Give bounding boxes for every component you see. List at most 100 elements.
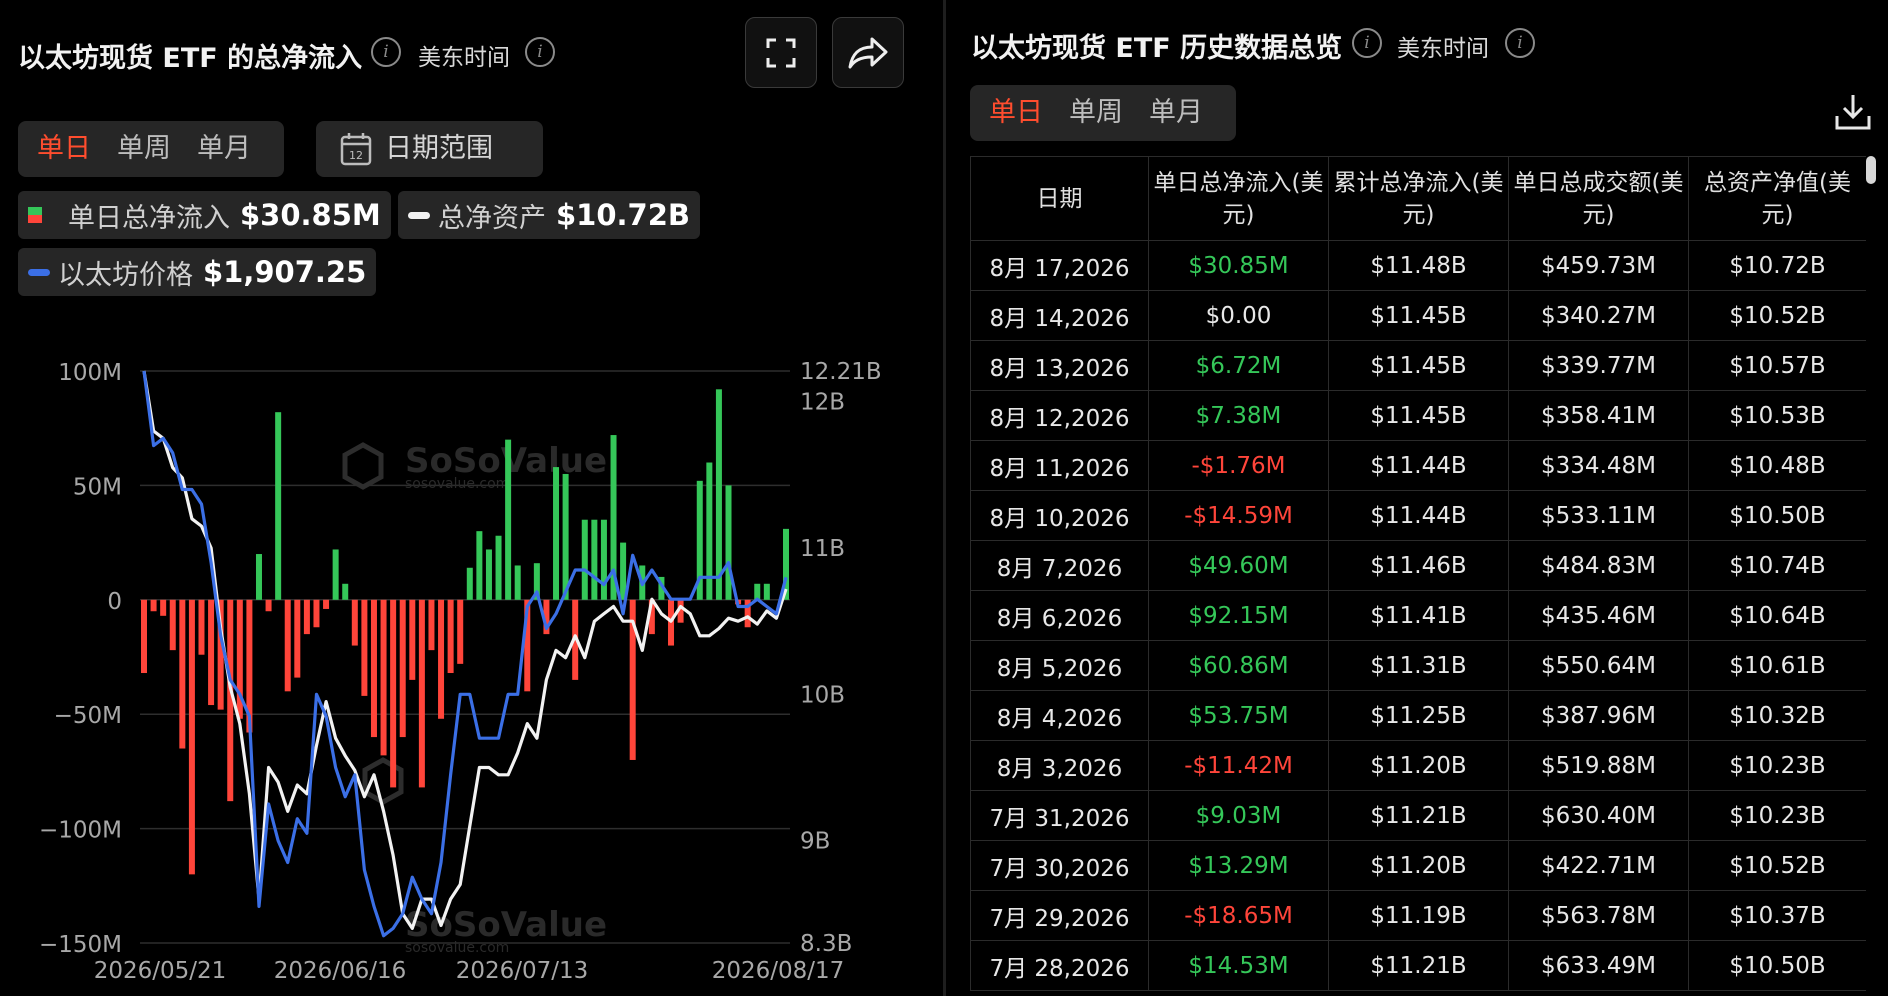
row-cum-flow: $11.44B (1328, 490, 1509, 541)
legend-net-flow-value: $30.85M (240, 198, 381, 232)
row-date: 8月 11,2026 (970, 440, 1149, 491)
row-nav: $10.37B (1688, 890, 1866, 941)
row-volume: $563.78M (1508, 890, 1689, 941)
download-button[interactable] (1834, 92, 1872, 136)
flow-chart[interactable]: SoSoValue sosovalue.com SoSoValue sosova… (0, 340, 940, 996)
legend-eth-price-value: $1,907.25 (203, 255, 367, 289)
flow-bar (600, 519, 607, 600)
table-row[interactable]: 7月 28,2026 $14.53M $11.21B $633.49M $10.50B (970, 940, 1866, 991)
flow-bar (361, 599, 368, 696)
table-info-icon[interactable]: i (1352, 28, 1382, 58)
table-row[interactable]: 8月 12,2026 $7.38M $11.45B $358.41M $10.53B (970, 390, 1866, 441)
flow-bar (553, 467, 560, 600)
row-daily-flow: $53.75M (1148, 690, 1329, 741)
date-range-label: 日期范围 (385, 133, 493, 164)
row-daily-flow: $60.86M (1148, 640, 1329, 691)
table-row[interactable]: 8月 6,2026 $92.15M $11.41B $435.46M $10.64B (970, 590, 1866, 641)
row-cum-flow: $11.25B (1328, 690, 1509, 741)
row-nav: $10.74B (1688, 540, 1866, 591)
watermark-url-2: sosovalue.com (405, 940, 509, 956)
row-cum-flow: $11.31B (1328, 640, 1509, 691)
col-header-volume[interactable]: 单日总成交额(美元) (1508, 156, 1689, 241)
right-tab-monthly[interactable]: 单月 (1136, 86, 1216, 140)
table-row[interactable]: 8月 4,2026 $53.75M $11.25B $387.96M $10.32B (970, 690, 1866, 741)
row-volume: $519.88M (1508, 740, 1689, 791)
col-header-daily-flow[interactable]: 单日总净流入(美元) (1148, 156, 1329, 241)
col-header-nav[interactable]: 总资产净值(美元) (1688, 156, 1866, 241)
x-tick-label: 2026/05/21 (94, 958, 227, 984)
svg-text:12: 12 (349, 149, 363, 162)
table-row[interactable]: 8月 14,2026 $0.00 $11.45B $340.27M $10.52B (970, 290, 1866, 341)
history-table: 日期 单日总净流入(美元) 累计总净流入(美元) 单日总成交额(美元) 总资产净… (970, 156, 1866, 991)
row-daily-flow: $49.60M (1148, 540, 1329, 591)
table-row[interactable]: 8月 17,2026 $30.85M $11.48B $459.73M $10.72B (970, 240, 1866, 291)
time-info-icon[interactable]: i (525, 37, 555, 67)
table-time-info-icon[interactable]: i (1505, 28, 1535, 58)
y-right-tick-label: 9B (800, 829, 830, 855)
left-tab-daily[interactable]: 单日 (24, 122, 104, 176)
flow-bar (763, 583, 770, 600)
row-cum-flow: $11.41B (1328, 590, 1509, 641)
table-title: 以太坊现货 ETF 历史数据总览 (971, 33, 1343, 64)
chart-title: 以太坊现货 ETF 的总净流入 (18, 43, 363, 74)
chart-time-label: 美东时间 (418, 45, 510, 71)
table-row[interactable]: 8月 3,2026 -$11.42M $11.20B $519.88M $10.23B (970, 740, 1866, 791)
share-button[interactable] (832, 17, 904, 88)
date-range-button[interactable]: 12 日期范围 (316, 121, 543, 177)
flow-bar (466, 567, 473, 600)
table-row[interactable]: 7月 29,2026 -$18.65M $11.19B $563.78M $10.37B (970, 890, 1866, 941)
table-row[interactable]: 8月 13,2026 $6.72M $11.45B $339.77M $10.57B (970, 340, 1866, 391)
watermark-url: sosovalue.com (405, 476, 509, 492)
row-date: 8月 3,2026 (970, 740, 1149, 791)
flow-bar (150, 599, 157, 612)
flow-bar (706, 462, 713, 600)
flow-bar (476, 531, 483, 600)
row-volume: $459.73M (1508, 240, 1689, 291)
flow-bar (208, 599, 215, 706)
x-tick-label: 2026/08/17 (712, 958, 845, 984)
table-row[interactable]: 7月 30,2026 $13.29M $11.20B $422.71M $10.52B (970, 840, 1866, 891)
flow-bar (591, 519, 598, 600)
row-nav: $10.52B (1688, 840, 1866, 891)
table-row[interactable]: 7月 31,2026 $9.03M $11.21B $630.40M $10.23B (970, 790, 1866, 841)
left-tab-weekly[interactable]: 单周 (104, 122, 184, 176)
flow-bar (294, 599, 301, 678)
row-date: 8月 5,2026 (970, 640, 1149, 691)
legend-nav[interactable]: 总净资产 $10.72B (398, 191, 701, 239)
row-nav: $10.72B (1688, 240, 1866, 291)
row-date: 8月 12,2026 (970, 390, 1149, 441)
table-row[interactable]: 8月 5,2026 $60.86M $11.31B $550.64M $10.61B (970, 640, 1866, 691)
flow-bar (485, 549, 492, 600)
flow-bar (495, 535, 502, 600)
left-tab-monthly[interactable]: 单月 (184, 122, 264, 176)
fullscreen-button[interactable] (745, 17, 817, 88)
row-date: 8月 17,2026 (970, 240, 1149, 291)
row-daily-flow: -$1.76M (1148, 440, 1329, 491)
legend-eth-price[interactable]: 以太坊价格 $1,907.25 (18, 248, 377, 296)
right-tab-weekly[interactable]: 单周 (1056, 86, 1136, 140)
row-cum-flow: $11.21B (1328, 940, 1509, 991)
flow-bar (275, 412, 282, 600)
row-cum-flow: $11.48B (1328, 240, 1509, 291)
history-table-container[interactable]: 日期 单日总净流入(美元) 累计总净流入(美元) 单日总成交额(美元) 总资产净… (970, 156, 1866, 996)
table-row[interactable]: 8月 10,2026 -$14.59M $11.44B $533.11M $10.50B (970, 490, 1866, 541)
row-nav: $10.23B (1688, 790, 1866, 841)
flow-bar (409, 599, 416, 680)
row-cum-flow: $11.21B (1328, 790, 1509, 841)
download-icon (1835, 95, 1871, 130)
row-volume: $339.77M (1508, 340, 1689, 391)
flow-bar (332, 549, 339, 600)
flow-bar (351, 599, 358, 646)
right-tab-daily[interactable]: 单日 (976, 86, 1056, 140)
row-volume: $422.71M (1508, 840, 1689, 891)
table-row[interactable]: 8月 11,2026 -$1.76M $11.44B $334.48M $10.48B (970, 440, 1866, 491)
legend-net-flow[interactable]: 单日总净流入 $30.85M (18, 191, 391, 239)
row-date: 7月 30,2026 (970, 840, 1149, 891)
row-nav: $10.48B (1688, 440, 1866, 491)
table-row[interactable]: 8月 7,2026 $49.60M $11.46B $484.83M $10.74B (970, 540, 1866, 591)
col-header-date[interactable]: 日期 (970, 156, 1149, 241)
table-scrollbar[interactable] (1866, 156, 1876, 184)
col-header-cum-flow[interactable]: 累计总净流入(美元) (1328, 156, 1509, 241)
flow-bar (198, 599, 205, 655)
chart-info-icon[interactable]: i (371, 37, 401, 67)
